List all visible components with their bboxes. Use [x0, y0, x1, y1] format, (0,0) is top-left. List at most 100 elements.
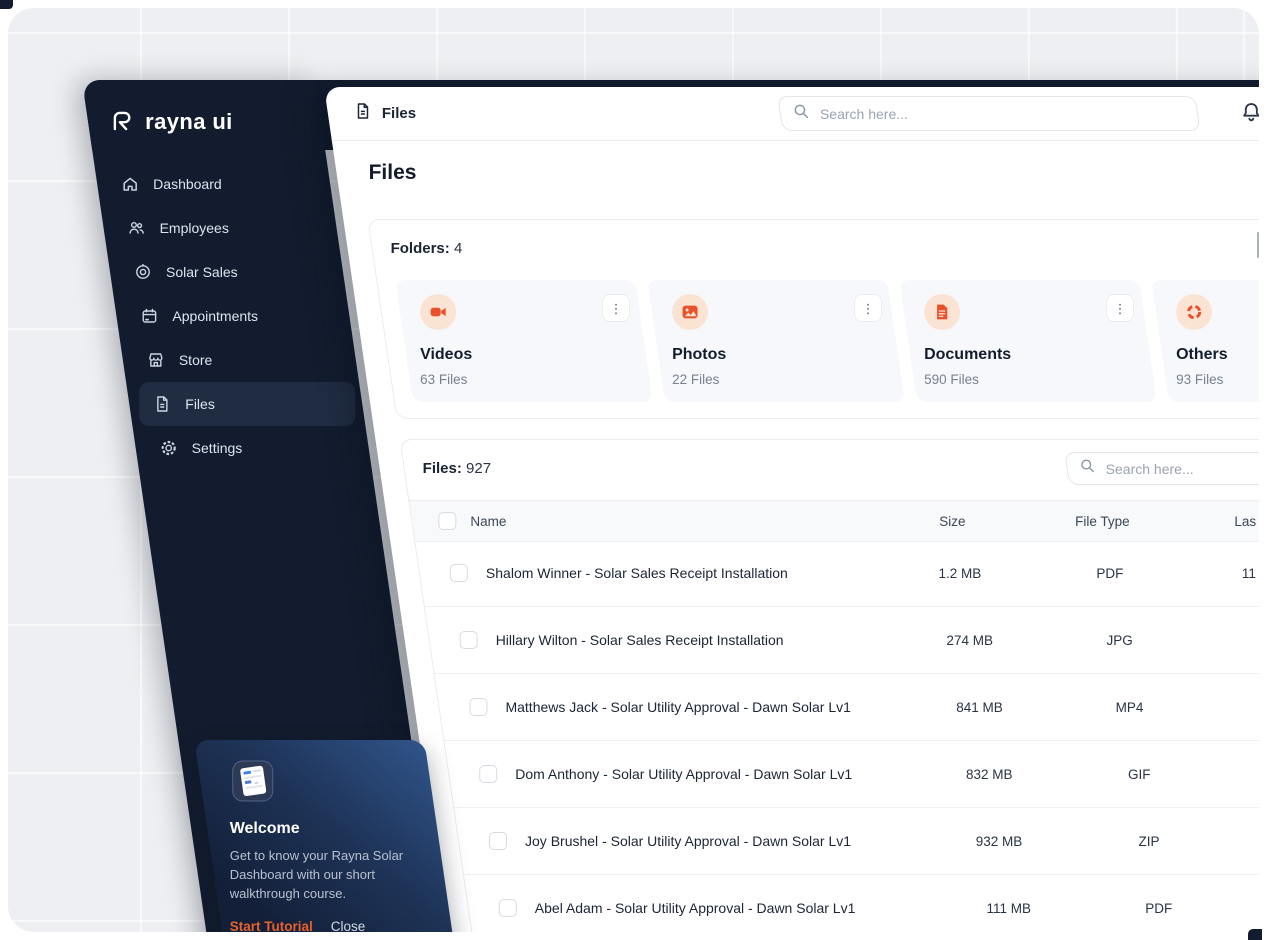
file-size: 1.2 MB [938, 565, 982, 581]
files-count: Files: 927 [423, 460, 491, 477]
sidebar-item-settings[interactable]: Settings [146, 426, 362, 470]
table-row[interactable]: Joy Brushel - Solar Utility Approval - D… [454, 808, 1259, 875]
users-icon [128, 219, 146, 237]
file-type: ZIP [1138, 833, 1160, 849]
search-input[interactable] [817, 104, 1185, 123]
row-checkbox[interactable] [449, 564, 468, 582]
storefront-icon [147, 351, 165, 369]
file-type: JPG [1106, 632, 1133, 648]
folder-card-photos[interactable]: ⋮ Photos 22 Files [647, 280, 905, 402]
file-icon [153, 395, 171, 413]
files-count-value: 927 [466, 460, 492, 477]
page-title: Files [368, 161, 417, 184]
files-search-input[interactable] [1103, 459, 1259, 478]
corner-mark-bottom-right [1248, 929, 1262, 940]
bell-icon[interactable] [1240, 101, 1259, 125]
search-icon [1080, 458, 1096, 479]
kebab-menu-icon[interactable]: ⋮ [1106, 294, 1135, 322]
start-tutorial-link[interactable]: Start Tutorial [230, 919, 313, 932]
sidebar-nav: Dashboard Employees Solar Sales Appointm… [94, 162, 372, 470]
corner-mark-top-left [0, 0, 13, 9]
sidebar-item-label: Appointments [172, 308, 259, 324]
kebab-menu-icon[interactable]: ⋮ [854, 294, 883, 322]
column-header-last-modified[interactable]: Las [1234, 501, 1256, 541]
circle-segments-icon [1176, 294, 1213, 330]
video-camera-icon [420, 294, 457, 330]
sidebar-item-store[interactable]: Store [133, 338, 349, 382]
gear-icon [160, 439, 178, 457]
folder-name: Photos [672, 346, 727, 363]
file-type: PDF [1145, 900, 1173, 916]
folder-file-count: 63 Files [420, 372, 468, 387]
file-name: Abel Adam - Solar Utility Approval - Daw… [534, 900, 856, 916]
file-icon [354, 102, 372, 125]
welcome-title: Welcome [229, 820, 300, 837]
file-size: 841 MB [956, 699, 1003, 715]
folders-count: Folders: 4 [391, 240, 463, 257]
row-checkbox[interactable] [469, 698, 488, 716]
column-header-size[interactable]: Size [892, 501, 1012, 541]
folder-file-count: 22 Files [672, 372, 720, 387]
row-checkbox[interactable] [479, 765, 498, 783]
main-content: Files Files [324, 87, 1259, 932]
target-icon [134, 263, 152, 281]
sidebar-item-label: Dashboard [153, 176, 222, 192]
welcome-card: Welcome Get to know your Rayna Solar Das… [194, 740, 460, 932]
document-icon [924, 294, 961, 330]
sidebar-item-employees[interactable]: Employees [114, 206, 330, 250]
sidebar-item-label: Files [185, 396, 215, 412]
file-last-modified: 11 [1241, 565, 1256, 581]
file-name: Hillary Wilton - Solar Sales Receipt Ins… [495, 632, 784, 648]
scrollbar-thumb[interactable] [1257, 232, 1259, 258]
file-name: Matthews Jack - Solar Utility Approval -… [505, 699, 851, 715]
folder-file-count: 93 Files [1176, 372, 1224, 387]
table-row[interactable]: Matthews Jack - Solar Utility Approval -… [434, 674, 1259, 741]
file-type: GIF [1127, 766, 1151, 782]
kebab-menu-icon[interactable]: ⋮ [602, 294, 631, 322]
folder-card-documents[interactable]: ⋮ Documents 590 Files [899, 280, 1157, 402]
folder-card-others[interactable]: ⋮ Others 93 Files [1151, 280, 1259, 402]
table-row[interactable]: Dom Anthony - Solar Utility Approval - D… [444, 741, 1259, 808]
file-name: Shalom Winner - Solar Sales Receipt Inst… [485, 565, 788, 581]
row-checkbox[interactable] [498, 899, 517, 917]
column-header-name[interactable]: Name [470, 501, 506, 541]
global-search [777, 96, 1201, 131]
file-name: Dom Anthony - Solar Utility Approval - D… [515, 766, 853, 782]
logo-text: rayna ui [145, 109, 233, 134]
folder-name: Documents [924, 346, 1012, 363]
file-name: Joy Brushel - Solar Utility Approval - D… [525, 833, 852, 849]
sidebar-item-label: Employees [159, 220, 229, 236]
calendar-icon [140, 307, 158, 325]
files-search [1064, 452, 1259, 485]
file-type: PDF [1096, 565, 1124, 581]
logo: rayna ui [108, 106, 233, 138]
row-checkbox[interactable] [459, 631, 478, 649]
topbar-section-label: Files [381, 105, 417, 122]
topbar-section: Files [354, 87, 416, 140]
sidebar-item-files[interactable]: Files [139, 382, 356, 426]
sidebar-item-label: Settings [191, 440, 243, 456]
row-checkbox[interactable] [489, 832, 508, 850]
table-row[interactable]: Abel Adam - Solar Utility Approval - Daw… [463, 875, 1259, 932]
backdrop: rayna ui Dashboard Employees Solar Sales… [8, 8, 1259, 932]
select-all-checkbox[interactable] [438, 512, 457, 530]
file-size: 274 MB [946, 632, 993, 648]
file-size: 932 MB [975, 833, 1023, 849]
welcome-body: Get to know your Rayna Solar Dashboard w… [229, 848, 404, 901]
home-icon [121, 175, 139, 193]
column-header-file-type[interactable]: File Type [1042, 501, 1162, 541]
sidebar-item-appointments[interactable]: Appointments [126, 294, 342, 338]
folders-label: Folders: [390, 240, 450, 257]
close-link[interactable]: Close [331, 919, 366, 932]
image-icon [672, 294, 709, 330]
search-icon [793, 103, 810, 125]
folder-card-videos[interactable]: ⋮ Videos 63 Files [395, 280, 653, 402]
sidebar-item-label: Store [178, 352, 213, 368]
file-size: 111 MB [986, 900, 1032, 916]
files-section: Files: 927 Name Size File Type [399, 439, 1259, 932]
table-row[interactable]: Hillary Wilton - Solar Sales Receipt Ins… [424, 607, 1259, 674]
sidebar-item-solar-sales[interactable]: Solar Sales [120, 250, 336, 294]
table-row[interactable]: Shalom Winner - Solar Sales Receipt Inst… [415, 540, 1259, 607]
sidebar-item-dashboard[interactable]: Dashboard [107, 162, 323, 206]
sidebar-item-label: Solar Sales [166, 264, 238, 280]
